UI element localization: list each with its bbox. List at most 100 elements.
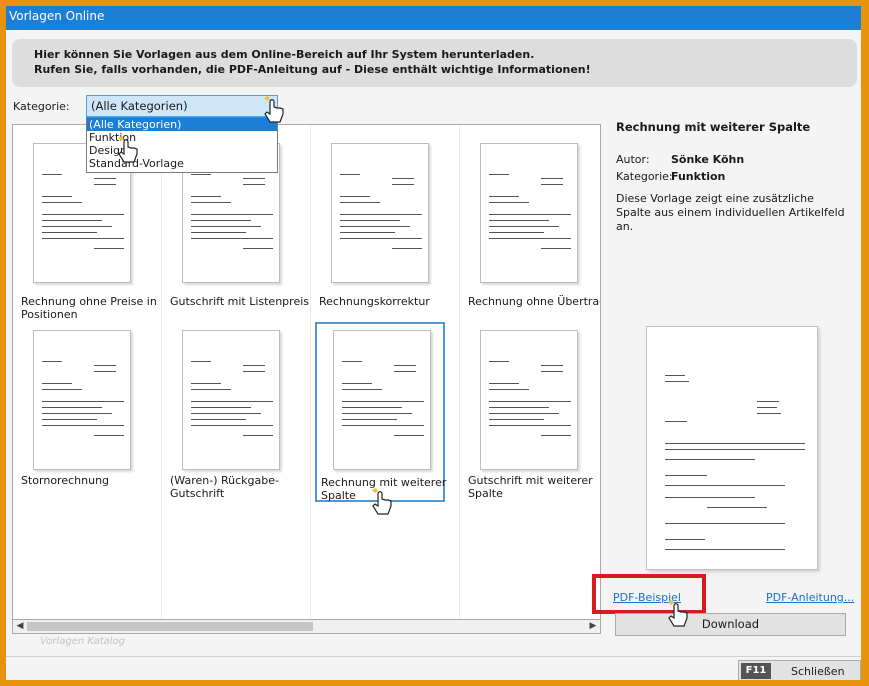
template-label: Rechnung ohne Übertrag <box>468 295 601 308</box>
thumbnail-text-line <box>489 220 549 221</box>
template-tile[interactable]: Rechnung ohne Übertrag <box>464 135 600 315</box>
thumbnail-text-line <box>42 401 124 402</box>
detail-description: Diese Vorlage zeigt eine zusätzliche Spa… <box>616 192 845 233</box>
preview-text-line <box>665 497 755 498</box>
scrollbar-thumb[interactable] <box>27 622 313 631</box>
template-gallery[interactable]: Rechnung ohne Preise in Positionen Gutsch… <box>12 124 601 620</box>
window-title: Vorlagen Online <box>9 9 105 23</box>
thumbnail-text-line <box>191 413 261 414</box>
thumbnail-text-line <box>42 425 124 426</box>
template-tile[interactable]: Rechnung mit weiterer Spalte <box>315 322 446 502</box>
download-button[interactable]: Download <box>615 613 846 636</box>
thumbnail-text-line <box>489 389 529 390</box>
template-tile[interactable]: Gutschrift mit weiterer Spalte <box>464 322 594 502</box>
thumbnail-text-line <box>243 365 265 366</box>
thumbnail-text-line <box>489 196 519 197</box>
template-label: Gutschrift mit Listenpreis <box>170 295 309 308</box>
thumbnail-text-line <box>191 238 273 239</box>
hand-cursor-icon <box>372 488 392 515</box>
close-label: Schließen <box>791 665 845 678</box>
thumbnail-text-line <box>392 248 422 249</box>
thumbnail-text-line <box>191 232 246 233</box>
thumbnail-text-line <box>94 184 116 185</box>
info-banner: Hier können Sie Vorlagen aus dem Online-… <box>12 39 857 87</box>
column-separator <box>161 125 162 619</box>
scroll-left-icon[interactable]: ◀ <box>14 620 26 633</box>
thumbnail-text-line <box>243 178 265 179</box>
template-tile[interactable]: (Waren-) Rückgabe-Gutschrift <box>166 322 296 502</box>
preview-text-line <box>665 475 707 476</box>
thumbnail-text-line <box>94 371 116 372</box>
thumbnail-text-line <box>342 425 424 426</box>
thumbnail-text-line <box>489 419 544 420</box>
preview-text-line <box>665 381 689 382</box>
preview-text-line <box>707 507 767 508</box>
close-button[interactable]: F11 Schließen <box>738 660 861 680</box>
template-label: Gutschrift mit weiterer Spalte <box>468 474 593 500</box>
thumbnail-text-line <box>94 435 124 436</box>
thumbnail-text-line <box>541 178 563 179</box>
thumbnail-text-line <box>42 419 97 420</box>
template-thumbnail <box>333 330 431 470</box>
thumbnail-text-line <box>191 419 246 420</box>
thumbnail-text-line <box>42 413 112 414</box>
category-dropdown-list[interactable]: (Alle Kategorien) Funktion Design Standa… <box>86 117 278 173</box>
preview-text-line <box>665 443 805 444</box>
thumbnail-text-line <box>489 214 571 215</box>
category-option-all[interactable]: (Alle Kategorien) <box>87 118 277 131</box>
preview-text-line <box>665 549 785 550</box>
thumbnail-text-line <box>42 226 112 227</box>
template-preview-image <box>646 326 818 570</box>
preview-text-line <box>665 421 687 422</box>
scroll-right-icon[interactable]: ▶ <box>587 620 599 633</box>
catalog-watermark-label: Vorlagen Katalog <box>40 636 126 647</box>
thumbnail-text-line <box>191 196 221 197</box>
thumbnail-text-line <box>342 413 412 414</box>
template-tile[interactable]: Rechnungskorrektur <box>315 135 445 315</box>
preview-text-line <box>757 401 779 402</box>
category-select[interactable]: (Alle Kategorien) <box>86 95 278 117</box>
category-detail-value: Funktion <box>671 170 726 183</box>
template-thumbnail <box>480 330 578 470</box>
footer-divider <box>6 656 861 657</box>
thumbnail-text-line <box>340 232 395 233</box>
thumbnail-text-line <box>489 202 529 203</box>
thumbnail-text-line <box>489 238 571 239</box>
window-titlebar: Vorlagen Online <box>6 6 861 30</box>
thumbnail-text-line <box>340 226 410 227</box>
pdf-manual-link[interactable]: PDF-Anleitung... <box>766 591 854 604</box>
thumbnail-text-line <box>340 214 422 215</box>
thumbnail-text-line <box>42 238 124 239</box>
thumbnail-text-line <box>243 371 265 372</box>
thumbnail-text-line <box>94 248 124 249</box>
thumbnail-text-line <box>340 202 380 203</box>
thumbnail-text-line <box>489 232 544 233</box>
template-tile[interactable]: Stornorechnung <box>17 322 147 502</box>
thumbnail-text-line <box>541 371 563 372</box>
template-thumbnail <box>33 330 131 470</box>
template-thumbnail <box>182 330 280 470</box>
thumbnail-text-line <box>243 184 265 185</box>
category-label: Kategorie: <box>13 100 70 113</box>
template-label: Rechnung ohne Preise in Positionen <box>21 295 157 321</box>
thumbnail-text-line <box>191 220 251 221</box>
gallery-horizontal-scrollbar[interactable]: ◀ ▶ <box>12 620 601 634</box>
template-label: Rechnungskorrektur <box>319 295 430 308</box>
banner-line-1: Hier können Sie Vorlagen aus dem Online-… <box>34 48 535 61</box>
thumbnail-text-line <box>392 178 414 179</box>
thumbnail-text-line <box>191 174 211 175</box>
thumbnail-text-line <box>489 407 549 408</box>
thumbnail-text-line <box>394 435 424 436</box>
thumbnail-text-line <box>340 238 422 239</box>
preview-text-line <box>757 413 781 414</box>
preview-text-line <box>665 539 705 540</box>
thumbnail-text-line <box>191 361 211 362</box>
preview-text-line <box>665 375 685 376</box>
thumbnail-text-line <box>342 361 362 362</box>
banner-line-2: Rufen Sie, falls vorhanden, die PDF-Anle… <box>34 63 591 76</box>
thumbnail-text-line <box>191 214 273 215</box>
category-detail-label: Kategorie: <box>616 170 673 183</box>
hand-cursor-icon <box>118 136 138 163</box>
thumbnail-text-line <box>191 383 221 384</box>
f11-key-badge: F11 <box>741 663 771 679</box>
